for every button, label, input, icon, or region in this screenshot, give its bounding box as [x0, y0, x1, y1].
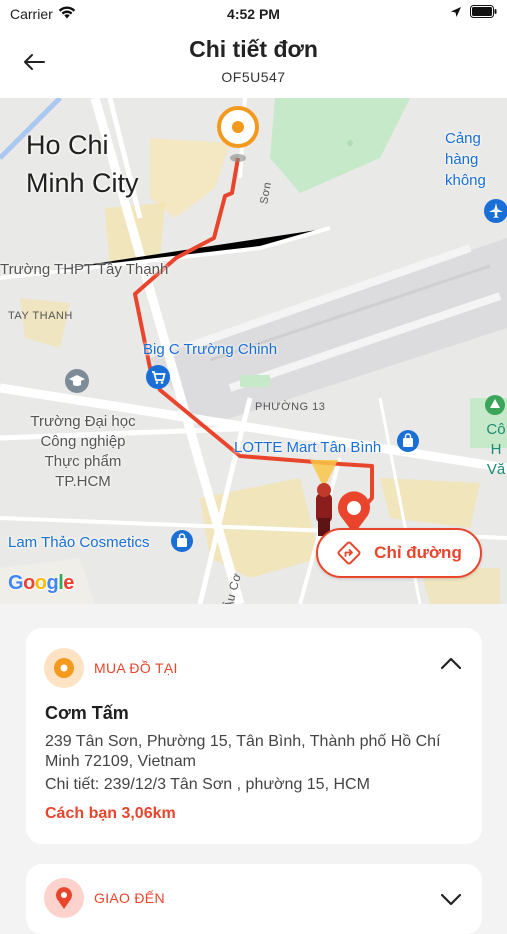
delivery-header: GIAO ĐẾN	[44, 878, 165, 918]
location-arrow-icon	[450, 5, 462, 21]
delivery-pin-icon	[44, 878, 84, 918]
google-logo: Google	[8, 572, 74, 594]
chevron-down-icon	[440, 893, 462, 906]
status-icons	[450, 5, 497, 21]
status-bar: Carrier 4:52 PM	[0, 0, 507, 28]
collapse-chevron-button[interactable]	[440, 656, 462, 675]
pickup-section-title: MUA ĐỒ TẠI	[94, 660, 178, 676]
shopping-bag-icon	[397, 430, 419, 452]
directions-label: Chỉ đường	[374, 543, 462, 562]
park-icon	[485, 395, 505, 415]
shopping-bag-icon	[171, 530, 193, 552]
clock: 4:52 PM	[227, 6, 280, 22]
order-code: OF5U547	[221, 69, 286, 85]
pickup-header: MUA ĐỒ TẠI	[44, 648, 178, 688]
distance-text: Cách bạn 3,06km	[45, 805, 176, 822]
map-label-ward-tay-thanh: TAY THANH	[8, 310, 73, 322]
shop-address: 239 Tân Sơn, Phường 15, Tân Bình, Thành …	[45, 733, 441, 770]
airplane-icon	[484, 199, 507, 223]
pickup-pin-icon	[44, 648, 84, 688]
map-label-airport: Cảng hàng không Quốc tế Tân Sơn	[445, 130, 498, 194]
route-map[interactable]: Ho Chi Minh City Cảng hàng không Quốc tế…	[0, 98, 507, 604]
map-label-big-c: Big C Trường Chinh	[143, 341, 278, 358]
map-label-school: Trường THPT Tây Thạnh	[0, 261, 169, 278]
directions-button[interactable]: Chỉ đường	[316, 528, 482, 578]
pickup-card: MUA ĐỒ TẠI Cơm Tấm 239 Tân Sơn, Phường 1…	[26, 628, 482, 844]
map-label-lotte: LOTTE Mart Tân Bình	[234, 439, 382, 456]
directions-icon	[337, 541, 361, 565]
chevron-up-icon	[440, 657, 462, 670]
expand-chevron-button[interactable]	[440, 892, 462, 911]
page-title: Chi tiết đơn	[189, 36, 318, 62]
map-label-ward-13: PHƯỜNG 13	[255, 401, 326, 413]
shopping-cart-icon	[146, 365, 170, 389]
map-label-city: Ho Chi Minh City	[26, 130, 139, 198]
delivery-section-title: GIAO ĐẾN	[94, 890, 165, 906]
map-label-cosmetics: Lam Thảo Cosmetics	[8, 534, 150, 551]
map-label-right-poi: Cô H Vă	[486, 421, 506, 478]
graduation-cap-icon	[65, 369, 89, 393]
shop-name: Cơm Tấm	[45, 703, 129, 723]
shop-address-detail: Chi tiết: 239/12/3 Tân Sơn , phường 15, …	[45, 776, 370, 793]
delivery-card: GIAO ĐẾN	[26, 864, 482, 934]
battery-icon	[470, 5, 497, 21]
header: Chi tiết đơn OF5U547	[0, 28, 507, 98]
map-label-university: Trường Đại học Công nghiệp Thực phẩm TP.…	[30, 413, 136, 490]
